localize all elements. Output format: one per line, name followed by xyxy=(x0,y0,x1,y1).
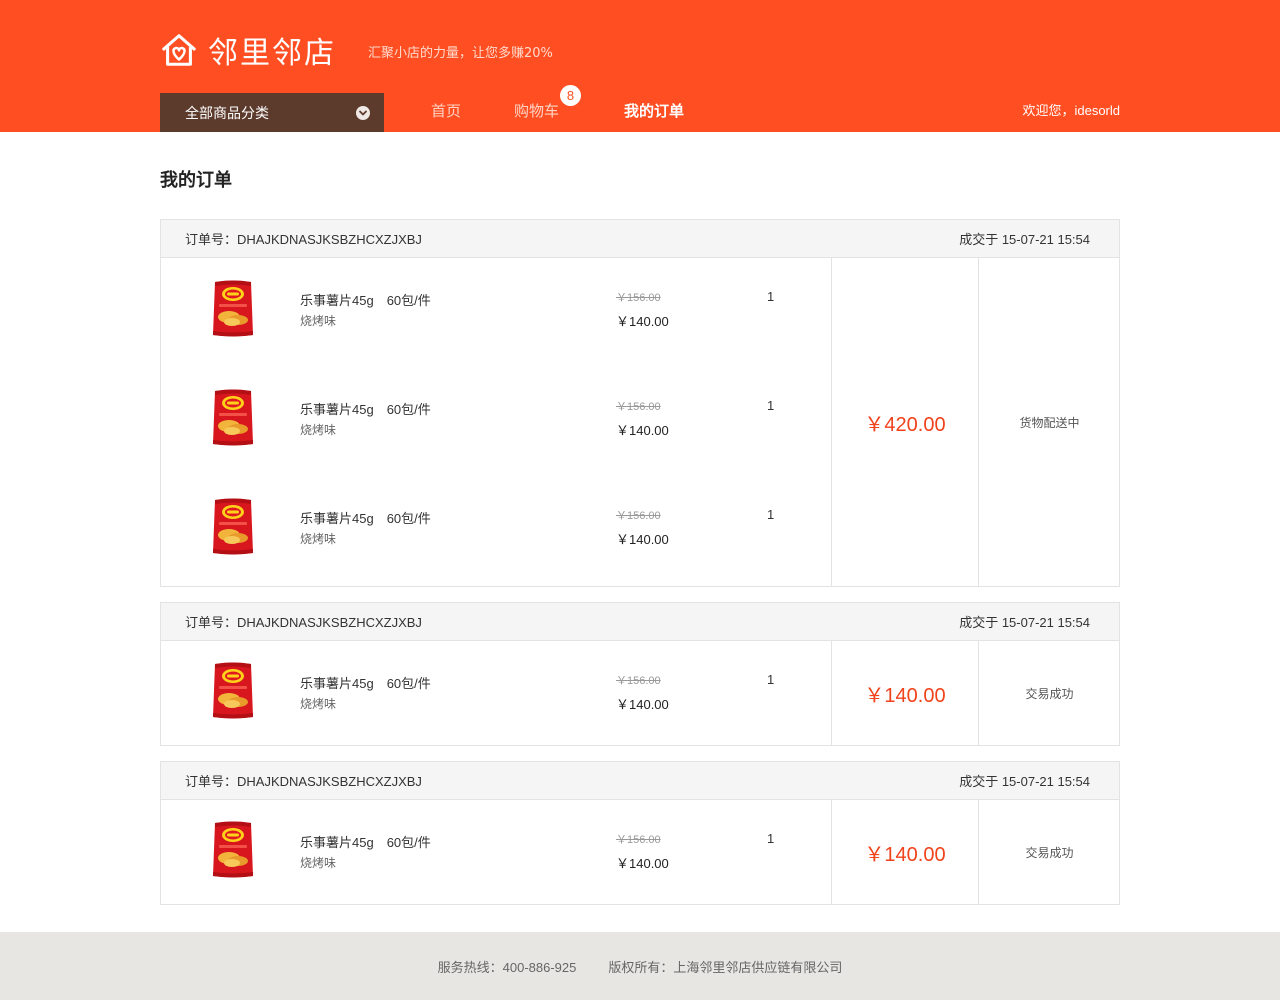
all-categories-label: 全部商品分类 xyxy=(185,104,269,121)
chips-bag-image[interactable] xyxy=(211,388,255,448)
order-body: 乐事薯片45g 60包/件 烧烤味 ￥156.00 ￥140.00 1 ￥140… xyxy=(161,641,1119,745)
order-status: 交易成功 xyxy=(1025,845,1074,860)
chevron-down-icon xyxy=(356,106,370,120)
item-quantity: 1 xyxy=(767,672,775,687)
copyright: 版权所有：上海邻里邻店供应链有限公司 xyxy=(608,959,843,975)
order-card: 订单号：DHAJKDNASJKSBZHCXZJXBJ 成交于 15-07-21 … xyxy=(160,761,1120,905)
order-deal-time: 成交于 15-07-21 15:54 xyxy=(959,615,1090,630)
item-flavor: 烧烤味 xyxy=(300,856,337,870)
item-original-price: ￥156.00 xyxy=(616,292,661,304)
item-quantity: 1 xyxy=(767,289,775,304)
order-deal-time: 成交于 15-07-21 15:54 xyxy=(959,232,1090,247)
item-name[interactable]: 乐事薯片45g 60包/件 xyxy=(300,399,431,418)
item-price: ￥140.00 xyxy=(616,532,669,547)
order-item: 乐事薯片45g 60包/件 烧烤味 ￥156.00 ￥140.00 1 xyxy=(161,367,831,476)
order-items: 乐事薯片45g 60包/件 烧烤味 ￥156.00 ￥140.00 1 乐事薯片… xyxy=(161,258,831,585)
chips-bag-image[interactable] xyxy=(211,820,255,880)
order-total: ￥140.00 xyxy=(831,641,979,745)
item-flavor: 烧烤味 xyxy=(300,697,337,711)
item-quantity: 1 xyxy=(767,507,775,522)
order-item: 乐事薯片45g 60包/件 烧烤味 ￥156.00 ￥140.00 1 xyxy=(161,641,831,745)
nav-home-link[interactable]: 首页 xyxy=(431,100,461,121)
order-body: 乐事薯片45g 60包/件 烧烤味 ￥156.00 ￥140.00 1 ￥140… xyxy=(161,800,1119,904)
item-quantity: 1 xyxy=(767,398,775,413)
page-title: 我的订单 xyxy=(160,170,232,190)
item-flavor: 烧烤味 xyxy=(300,314,337,328)
order-item: 乐事薯片45g 60包/件 烧烤味 ￥156.00 ￥140.00 1 xyxy=(161,476,831,585)
order-header: 订单号：DHAJKDNASJKSBZHCXZJXBJ 成交于 15-07-21 … xyxy=(161,220,1119,258)
order-card: 订单号：DHAJKDNASJKSBZHCXZJXBJ 成交于 15-07-21 … xyxy=(160,602,1120,746)
service-hotline: 服务热线：400-886-925 xyxy=(437,959,577,975)
item-quantity: 1 xyxy=(767,831,775,846)
order-items: 乐事薯片45g 60包/件 烧烤味 ￥156.00 ￥140.00 1 xyxy=(161,641,831,745)
brand-name: 邻里邻店 xyxy=(208,36,336,71)
site-header: 邻里邻店 汇聚小店的力量，让您多赚20% 全部商品分类 首页 购物车 8 我的订… xyxy=(0,0,1280,132)
order-number: 订单号：DHAJKDNASJKSBZHCXZJXBJ xyxy=(185,615,422,630)
item-name[interactable]: 乐事薯片45g 60包/件 xyxy=(300,508,431,527)
order-total: ￥140.00 xyxy=(831,800,979,904)
item-name[interactable]: 乐事薯片45g 60包/件 xyxy=(300,673,431,692)
item-price: ￥140.00 xyxy=(616,423,669,438)
chips-bag-image[interactable] xyxy=(211,279,255,339)
item-name[interactable]: 乐事薯片45g 60包/件 xyxy=(300,832,431,851)
order-item: 乐事薯片45g 60包/件 烧烤味 ￥156.00 ￥140.00 1 xyxy=(161,258,831,367)
cart-count-badge: 8 xyxy=(560,85,581,106)
order-header: 订单号：DHAJKDNASJKSBZHCXZJXBJ 成交于 15-07-21 … xyxy=(161,762,1119,800)
chips-bag-image[interactable] xyxy=(211,661,255,721)
item-flavor: 烧烤味 xyxy=(300,423,337,437)
item-original-price: ￥156.00 xyxy=(616,510,661,522)
item-original-price: ￥156.00 xyxy=(616,401,661,413)
brand-slogan: 汇聚小店的力量，让您多赚20% xyxy=(368,46,553,61)
item-flavor: 烧烤味 xyxy=(300,532,337,546)
item-price: ￥140.00 xyxy=(616,856,669,871)
order-number: 订单号：DHAJKDNASJKSBZHCXZJXBJ xyxy=(185,774,422,789)
order-deal-time: 成交于 15-07-21 15:54 xyxy=(959,774,1090,789)
house-heart-icon xyxy=(162,34,196,66)
order-item: 乐事薯片45g 60包/件 烧烤味 ￥156.00 ￥140.00 1 xyxy=(161,800,831,904)
nav-cart-link[interactable]: 购物车 xyxy=(514,100,559,121)
welcome-user-link[interactable]: 欢迎您，idesorld xyxy=(1022,100,1120,119)
site-footer: 服务热线：400-886-925 版权所有：上海邻里邻店供应链有限公司 xyxy=(0,932,1280,1000)
order-header: 订单号：DHAJKDNASJKSBZHCXZJXBJ 成交于 15-07-21 … xyxy=(161,603,1119,641)
order-body: 乐事薯片45g 60包/件 烧烤味 ￥156.00 ￥140.00 1 乐事薯片… xyxy=(161,258,1119,586)
order-total: ￥420.00 xyxy=(831,258,979,586)
order-items: 乐事薯片45g 60包/件 烧烤味 ￥156.00 ￥140.00 1 xyxy=(161,800,831,904)
all-categories-dropdown[interactable]: 全部商品分类 xyxy=(160,93,384,132)
item-original-price: ￥156.00 xyxy=(616,834,661,846)
item-original-price: ￥156.00 xyxy=(616,675,661,687)
logo[interactable]: 邻里邻店 xyxy=(160,28,336,72)
order-number: 订单号：DHAJKDNASJKSBZHCXZJXBJ xyxy=(185,232,422,247)
item-price: ￥140.00 xyxy=(616,314,669,329)
item-price: ￥140.00 xyxy=(616,697,669,712)
item-name[interactable]: 乐事薯片45g 60包/件 xyxy=(300,290,431,309)
order-status: 货物配送中 xyxy=(1019,415,1080,430)
order-status: 交易成功 xyxy=(1025,686,1074,701)
nav-my-orders-link[interactable]: 我的订单 xyxy=(624,100,684,121)
order-card: 订单号：DHAJKDNASJKSBZHCXZJXBJ 成交于 15-07-21 … xyxy=(160,219,1120,587)
chips-bag-image[interactable] xyxy=(211,497,255,557)
